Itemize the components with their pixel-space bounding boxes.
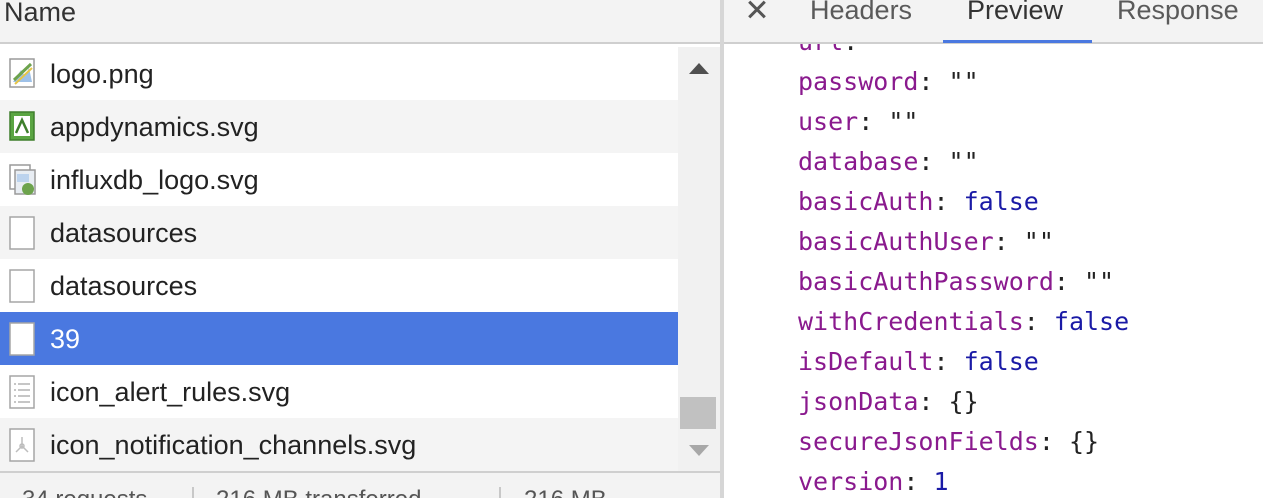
request-row[interactable]: appdynamics.svg (0, 100, 678, 153)
json-colon: : (918, 67, 949, 96)
json-property: secureJsonFields: {} (798, 422, 1129, 462)
json-value: "" (888, 107, 919, 136)
request-detail-panel: Headers Preview Response url: password: … (724, 0, 1263, 498)
svg-document-icon (7, 427, 37, 463)
json-preview[interactable]: url: password: ""user: ""database: ""bas… (724, 44, 1263, 498)
request-name: icon_notification_channels.svg (50, 429, 417, 460)
request-row[interactable]: logo.png (0, 47, 678, 100)
json-value: false (963, 187, 1039, 216)
json-colon: : (933, 187, 964, 216)
json-colon: : (1053, 267, 1084, 296)
request-row[interactable]: icon_alert_rules.svg (0, 365, 678, 418)
request-name: logo.png (50, 58, 154, 89)
json-key: version (798, 467, 904, 496)
request-row[interactable]: 39 (0, 312, 678, 365)
json-property: basicAuthPassword: "" (798, 262, 1129, 302)
network-status-bar: 34 requests 216 MB transferred 216 MB (0, 471, 720, 498)
json-value: "" (948, 67, 979, 96)
json-key: basicAuthPassword (798, 267, 1054, 296)
request-row[interactable]: icon_notification_channels.svg (0, 418, 678, 471)
json-property: version: 1 (798, 462, 1129, 498)
json-key: jsonData (798, 387, 919, 416)
resource-size-text: 216 MB (524, 485, 607, 498)
json-colon: : (993, 227, 1024, 256)
json-value: false (1053, 307, 1130, 336)
tab-response[interactable]: Response (1117, 0, 1239, 28)
tab-preview[interactable]: Preview (967, 0, 1063, 28)
close-icon[interactable] (744, 0, 772, 24)
json-value: "" (1023, 227, 1054, 256)
tab-headers[interactable]: Headers (810, 0, 912, 28)
list-document-icon (7, 374, 37, 410)
json-value: 1 (933, 467, 949, 496)
json-key: database (798, 147, 919, 176)
json-key: user (798, 107, 859, 136)
request-name: appdynamics.svg (50, 111, 259, 142)
request-row[interactable]: datasources (0, 259, 678, 312)
json-key: withCredentials (798, 307, 1024, 336)
list-scrollbar[interactable] (678, 47, 720, 471)
blank-document-icon (7, 321, 37, 357)
blank-document-icon (7, 215, 37, 251)
json-value: {} (1068, 427, 1100, 456)
json-property: user: "" (798, 102, 1129, 142)
scroll-up-arrow-icon[interactable] (678, 53, 720, 83)
blank-document-icon (7, 268, 37, 304)
json-value: false (963, 347, 1039, 376)
request-name: datasources (50, 270, 198, 301)
request-name: icon_alert_rules.svg (50, 376, 291, 407)
json-property: url: (798, 44, 1129, 62)
json-value: "" (1083, 267, 1115, 296)
json-property: password: "" (798, 62, 1129, 102)
json-key: secureJsonFields (798, 427, 1039, 456)
json-value: {} (948, 387, 979, 416)
network-request-list: Name logo.png appdynamics.svg influxdb_log… (0, 0, 720, 498)
json-key: password (798, 67, 919, 96)
request-row[interactable]: influxdb_logo.svg (0, 153, 678, 206)
active-tab-indicator (943, 40, 1092, 43)
json-key: isDefault (798, 347, 934, 376)
json-colon: : (1038, 427, 1069, 456)
json-colon: : (1023, 307, 1054, 336)
json-colon: : (858, 107, 889, 136)
json-colon: : (918, 147, 949, 176)
status-divider (192, 487, 194, 498)
request-row[interactable]: datasources (0, 206, 678, 259)
name-column-header[interactable]: Name (0, 0, 720, 44)
request-count-text: 34 requests (22, 485, 147, 498)
json-colon: : (933, 347, 964, 376)
json-key: url (798, 44, 843, 56)
json-colon: : (903, 467, 934, 496)
request-name: 39 (50, 323, 81, 354)
json-property: basicAuthUser: "" (798, 222, 1129, 262)
json-colon: : (918, 387, 949, 416)
transferred-size-text: 216 MB transferred (216, 485, 421, 498)
request-name: influxdb_logo.svg (50, 164, 259, 195)
scroll-down-arrow-icon[interactable] (678, 435, 720, 465)
json-property: database: "" (798, 142, 1129, 182)
json-property: withCredentials: false (798, 302, 1129, 342)
image-file-icon (7, 56, 37, 92)
json-key: basicAuthUser (798, 227, 994, 256)
detail-tab-bar: Headers Preview Response (724, 0, 1263, 44)
broken-image-icon (7, 162, 37, 198)
json-property: basicAuth: false (798, 182, 1129, 222)
json-value: "" (948, 147, 979, 176)
json-property: jsonData: {} (798, 382, 1129, 422)
status-divider (499, 487, 501, 498)
request-rows: logo.png appdynamics.svg influxdb_logo.svg… (0, 47, 678, 471)
json-key: basicAuth (798, 187, 934, 216)
json-colon: : (843, 44, 858, 56)
svg-image-icon (7, 109, 37, 145)
request-name: datasources (50, 217, 198, 248)
json-property: isDefault: false (798, 342, 1129, 382)
name-column-label: Name (4, 0, 77, 27)
scrollbar-thumb[interactable] (680, 397, 716, 429)
json-lines: url: password: ""user: ""database: ""bas… (798, 44, 1129, 498)
